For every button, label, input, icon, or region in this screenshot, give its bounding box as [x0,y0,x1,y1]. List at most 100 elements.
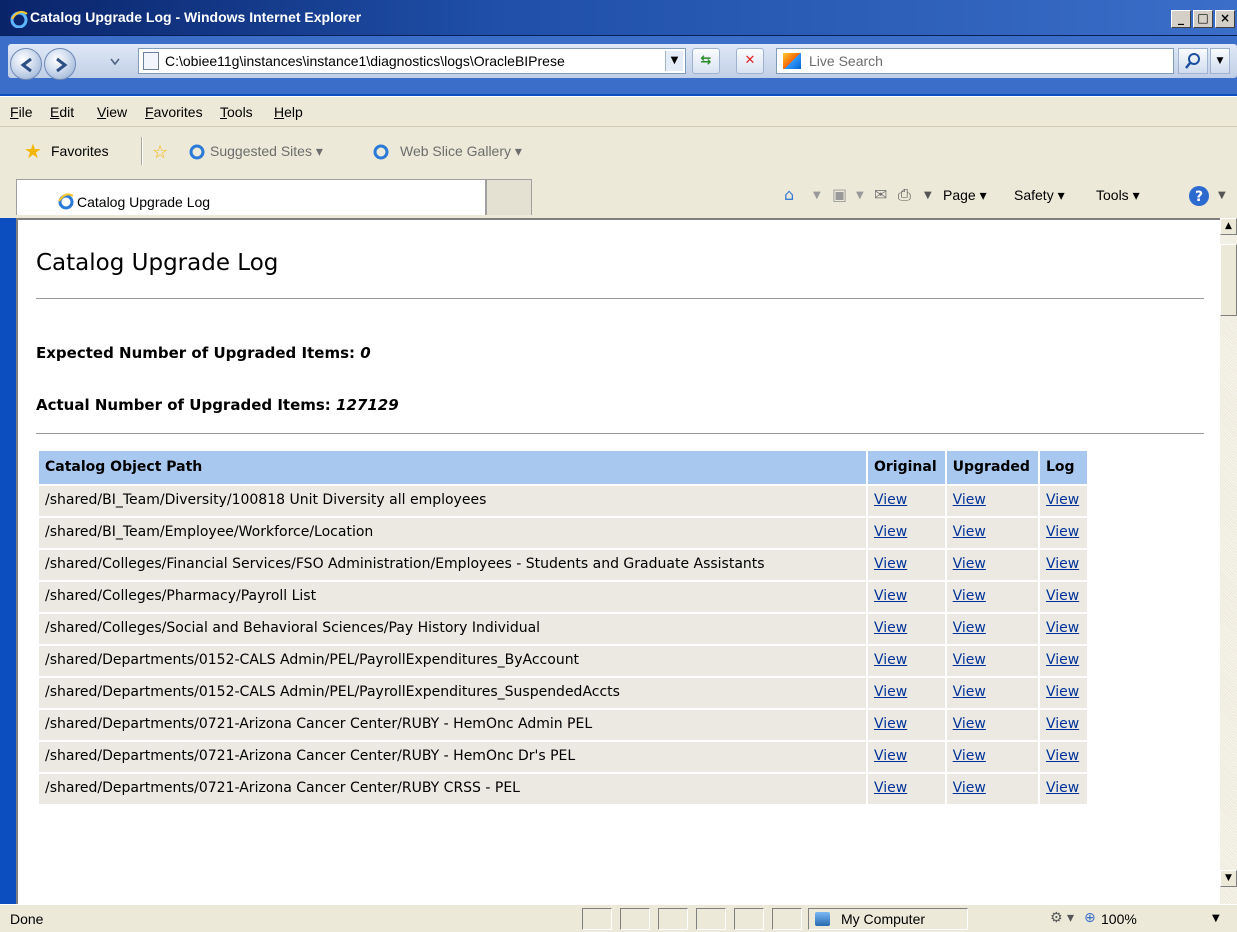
upgraded-cell: View [946,518,1038,548]
view-upgraded-link[interactable]: View [953,524,986,540]
table-row: /shared/Departments/0721-Arizona Cancer … [39,742,1088,772]
view-original-link[interactable]: View [874,780,907,796]
view-log-link[interactable]: View [1046,652,1079,668]
menu-help[interactable]: Help [274,104,303,120]
log-cell: View [1039,646,1088,676]
search-field[interactable] [776,48,1174,74]
scroll-up-button[interactable]: ▲ [1220,218,1237,235]
recent-pages-dropdown-icon[interactable] [110,56,120,66]
protected-mode-icon[interactable]: ⚙ ▾ [1050,910,1074,926]
view-log-link[interactable]: View [1046,780,1079,796]
view-log-link[interactable]: View [1046,588,1079,604]
view-log-link[interactable]: View [1046,620,1079,636]
search-button[interactable] [1178,48,1208,74]
original-cell: View [868,710,945,740]
log-cell: View [1039,486,1088,516]
address-dropdown-icon[interactable]: ▼ [665,51,683,71]
back-button[interactable] [10,48,42,80]
vertical-scrollbar[interactable]: ▲ ▼ [1220,218,1237,904]
svg-text:?: ? [1195,189,1203,205]
view-upgraded-link[interactable]: View [953,492,986,508]
status-pane [772,908,802,930]
log-cell: View [1039,774,1088,804]
view-original-link[interactable]: View [874,492,907,508]
view-upgraded-link[interactable]: View [953,620,986,636]
column-header-original: Original [868,451,945,484]
view-original-link[interactable]: View [874,684,907,700]
print-dropdown-icon[interactable]: ▼ [924,190,932,201]
suggested-sites-link[interactable]: Suggested Sites ▾ [210,143,323,160]
original-cell: View [868,774,945,804]
log-cell: View [1039,710,1088,740]
scroll-thumb[interactable] [1220,244,1237,316]
minimize-button[interactable]: _ [1171,10,1191,28]
print-icon[interactable]: ⎙ [898,185,911,205]
view-upgraded-link[interactable]: View [953,716,986,732]
refresh-button[interactable]: ⇆ [692,48,720,74]
add-to-favorites-icon[interactable]: ☆ [152,142,168,163]
forward-button[interactable] [44,48,76,80]
view-upgraded-link[interactable]: View [953,748,986,764]
address-field[interactable]: ▼ [138,48,686,74]
zoom-level[interactable]: 100% [1101,911,1137,927]
table-row: /shared/Colleges/Financial Services/FSO … [39,550,1088,580]
stop-button[interactable]: ✕ [736,48,764,74]
home-dropdown-icon[interactable]: ▼ [813,190,821,201]
ie-icon [58,193,74,210]
menu-file[interactable]: File [10,104,33,120]
zoom-icon[interactable]: ⊕ [1084,910,1096,926]
view-log-link[interactable]: View [1046,684,1079,700]
view-log-link[interactable]: View [1046,716,1079,732]
search-options-dropdown[interactable]: ▼ [1210,48,1230,74]
view-original-link[interactable]: View [874,652,907,668]
feeds-icon[interactable]: ▣ [832,185,847,204]
view-upgraded-link[interactable]: View [953,780,986,796]
view-upgraded-link[interactable]: View [953,588,986,604]
mail-icon[interactable]: ✉ [874,185,887,204]
status-pane [696,908,726,930]
scroll-down-button[interactable]: ▼ [1220,870,1237,887]
help-dropdown-icon[interactable]: ▼ [1218,190,1226,201]
view-original-link[interactable]: View [874,748,907,764]
search-input[interactable] [809,52,1159,70]
table-header-row: Catalog Object Path Original Upgraded Lo… [39,451,1088,484]
url-input[interactable] [165,52,655,70]
catalog-object-path: /shared/Departments/0152-CALS Admin/PEL/… [39,646,866,676]
view-original-link[interactable]: View [874,556,907,572]
view-upgraded-link[interactable]: View [953,684,986,700]
new-tab-button[interactable] [486,179,532,215]
star-icon: ★ [24,139,42,163]
ie-icon [373,144,389,160]
page-menu[interactable]: Page ▾ [943,187,987,204]
tools-menu[interactable]: Tools ▾ [1096,187,1140,204]
zoom-dropdown-icon[interactable]: ▼ [1212,913,1220,924]
maximize-button[interactable]: □ [1193,10,1213,28]
feeds-dropdown-icon[interactable]: ▼ [856,190,864,201]
view-original-link[interactable]: View [874,716,907,732]
web-slice-gallery-link[interactable]: Web Slice Gallery ▾ [400,143,522,160]
view-upgraded-link[interactable]: View [953,652,986,668]
menu-favorites[interactable]: Favorites [145,104,203,120]
menu-tools[interactable]: Tools [220,104,253,120]
favorites-button[interactable]: Favorites [51,143,109,159]
menu-edit[interactable]: Edit [50,104,74,120]
view-upgraded-link[interactable]: View [953,556,986,572]
view-log-link[interactable]: View [1046,492,1079,508]
view-log-link[interactable]: View [1046,748,1079,764]
view-original-link[interactable]: View [874,524,907,540]
catalog-object-path: /shared/Departments/0152-CALS Admin/PEL/… [39,678,866,708]
view-log-link[interactable]: View [1046,556,1079,572]
menu-view[interactable]: View [97,104,127,120]
view-log-link[interactable]: View [1046,524,1079,540]
tab-catalog-upgrade-log[interactable]: Catalog Upgrade Log [16,179,486,215]
safety-menu[interactable]: Safety ▾ [1014,187,1065,204]
log-cell: View [1039,550,1088,580]
view-original-link[interactable]: View [874,588,907,604]
column-header-log: Log [1039,451,1088,484]
security-zone-label: My Computer [841,911,926,927]
home-icon[interactable]: ⌂ [784,185,794,204]
help-icon[interactable]: ? [1188,185,1210,207]
close-button[interactable]: × [1215,10,1235,28]
security-zone[interactable]: My Computer [808,908,968,930]
view-original-link[interactable]: View [874,620,907,636]
